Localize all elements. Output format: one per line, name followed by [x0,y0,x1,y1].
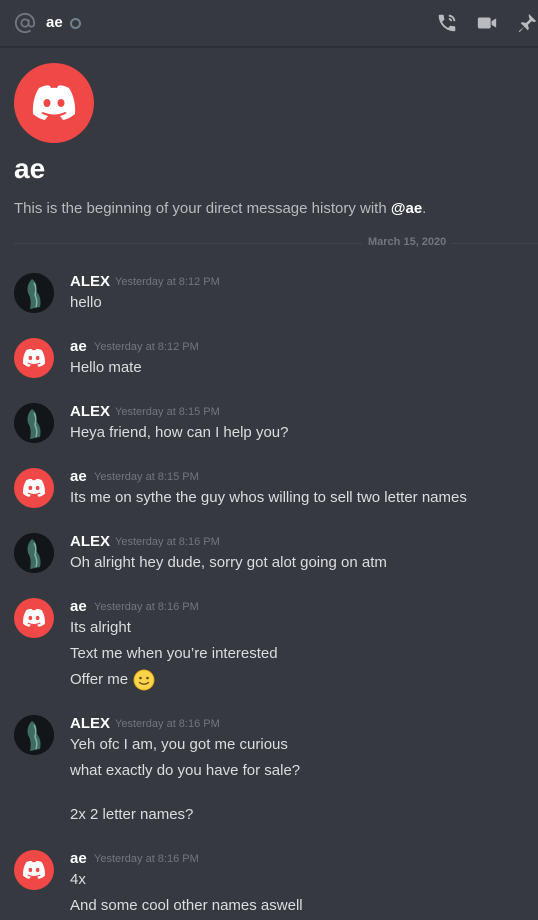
discord-logo-icon [23,478,45,497]
message-text: hello [70,294,102,311]
avatar-alex[interactable] [14,715,54,755]
pin-icon[interactable] [516,12,538,34]
slightly-smiling-face-icon[interactable] [133,669,155,691]
intro-text-prefix: This is the beginning of your direct mes… [14,200,391,217]
avatar-ae[interactable] [14,338,54,378]
intro-text-suffix: . [422,200,427,217]
avatar-alex[interactable] [14,273,54,313]
avatar-ae[interactable] [14,850,54,890]
at-icon [14,12,36,34]
discord-logo-icon [23,608,45,627]
message-timestamp: Yesterday at 8:12 PM [115,276,220,288]
message-timestamp: Yesterday at 8:16 PM [115,718,220,730]
message-text: 4x [70,871,86,888]
message-author[interactable]: ALEX [70,273,110,290]
message-timestamp: Yesterday at 8:15 PM [94,471,199,483]
message-author[interactable]: ae [70,468,87,485]
avatar-image [14,273,54,313]
message-text: Its me on sythe the guy whos willing to … [70,489,467,506]
avatar-image [14,715,54,755]
message-author[interactable]: ALEX [70,403,110,420]
intro-mention[interactable]: @ae [391,200,422,217]
dm-window: ae ae This is the beginning of your dire… [0,0,538,920]
video-icon[interactable] [476,12,498,34]
date-divider [14,243,538,244]
avatar-ae[interactable] [14,468,54,508]
message-author[interactable]: ae [70,338,87,355]
message-text: 2x 2 letter names? [70,806,194,823]
message-timestamp: Yesterday at 8:12 PM [94,341,199,353]
message-text: Oh alright hey dude, sorry got alot goin… [70,554,387,571]
intro-avatar[interactable] [14,63,94,143]
discord-logo-icon [32,85,76,120]
channel-header: ae [0,0,538,47]
message-text: Its alright [70,619,131,636]
message-timestamp: Yesterday at 8:16 PM [94,853,199,865]
message-author[interactable]: ae [70,598,87,615]
message-author[interactable]: ALEX [70,533,110,550]
message-text: Text me when you’re interested [70,645,278,662]
message-text: Hello mate [70,359,142,376]
status-indicator [70,18,81,29]
date-divider-label: March 15, 2020 [362,236,453,248]
message-text: what exactly do you have for sale? [70,762,301,779]
avatar-ae[interactable] [14,598,54,638]
message-text: Heya friend, how can I help you? [70,424,289,441]
intro-username: ae [14,153,46,184]
avatar-alex[interactable] [14,403,54,443]
avatar-alex[interactable] [14,533,54,573]
header-username: ae [46,14,63,31]
avatar-image [14,533,54,573]
message-timestamp: Yesterday at 8:16 PM [115,536,220,548]
message-timestamp: Yesterday at 8:16 PM [94,601,199,613]
message-text: Offer me [70,671,129,688]
discord-logo-icon [23,860,45,879]
intro-description: This is the beginning of your direct mes… [14,200,426,217]
message-text: And some cool other names aswell [70,897,303,914]
discord-logo-icon [23,348,45,367]
message-author[interactable]: ae [70,850,87,867]
message-author[interactable]: ALEX [70,715,110,732]
message-text: Yeh ofc I am, you got me curious [70,736,288,753]
message-timestamp: Yesterday at 8:15 PM [115,406,220,418]
call-icon[interactable] [436,12,458,34]
avatar-image [14,403,54,443]
